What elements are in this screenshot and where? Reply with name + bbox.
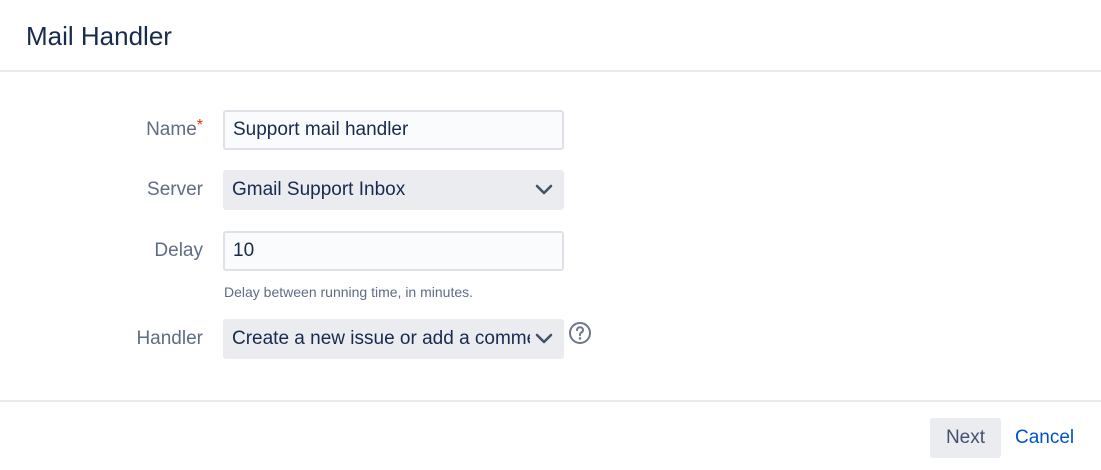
dialog-footer: Next Cancel bbox=[0, 400, 1101, 470]
dialog-title: Mail Handler bbox=[26, 21, 172, 51]
name-label-text: Name bbox=[146, 119, 197, 140]
delay-description: Delay between running time, in minutes. bbox=[224, 284, 474, 300]
chevron-down-icon bbox=[535, 333, 553, 344]
name-input[interactable] bbox=[223, 110, 564, 150]
name-row: Name* bbox=[0, 110, 1101, 150]
cancel-link[interactable]: Cancel bbox=[1015, 418, 1074, 458]
chevron-down-icon bbox=[535, 184, 553, 195]
handler-row: Handler Create a new issue or add a comm… bbox=[0, 319, 1101, 359]
handler-label: Handler bbox=[136, 328, 203, 349]
server-label: Server bbox=[147, 179, 203, 200]
delay-label: Delay bbox=[154, 240, 203, 261]
next-button[interactable]: Next bbox=[930, 418, 1001, 458]
delay-input[interactable] bbox=[223, 231, 564, 271]
dialog-header: Mail Handler bbox=[0, 0, 1101, 72]
server-select-value: Gmail Support Inbox bbox=[232, 179, 406, 200]
required-mark: * bbox=[196, 117, 203, 134]
server-select[interactable]: Gmail Support Inbox bbox=[223, 170, 564, 210]
server-row: Server Gmail Support Inbox bbox=[0, 170, 1101, 210]
handler-select-value: Create a new issue or add a comment to a… bbox=[232, 328, 530, 349]
help-icon[interactable] bbox=[568, 321, 592, 345]
handler-select[interactable]: Create a new issue or add a comment to a… bbox=[223, 319, 564, 359]
name-label: Name* bbox=[146, 110, 203, 150]
delay-row: Delay bbox=[0, 231, 1101, 271]
